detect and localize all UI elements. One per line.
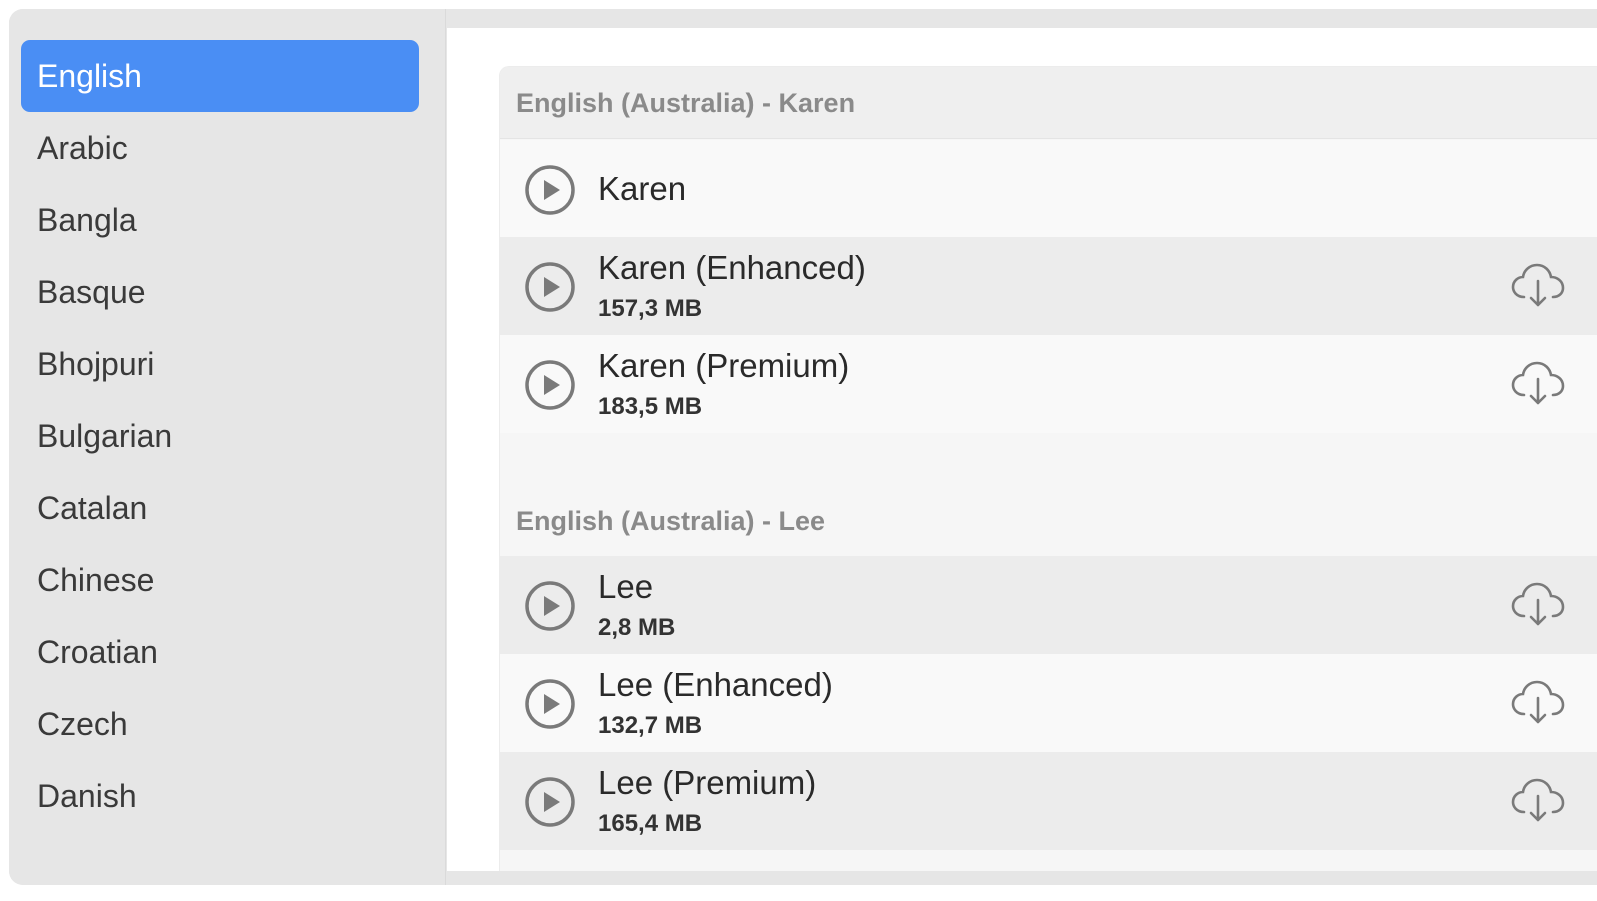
voice-name: Karen (Premium) xyxy=(598,347,850,384)
cloud-download-icon[interactable] xyxy=(1510,776,1566,824)
sidebar-item-croatian[interactable]: Croatian xyxy=(21,616,419,688)
voice-row-lee[interactable]: Lee 2,8 MB xyxy=(500,556,1597,654)
play-circle-icon[interactable] xyxy=(524,580,576,632)
voices-window: English Arabic Bangla Basque Bhojpuri Bu… xyxy=(9,9,1597,885)
voice-row-karen-premium[interactable]: Karen (Premium) 183,5 MB xyxy=(500,335,1597,433)
voice-size: 132,7 MB xyxy=(598,712,703,739)
sidebar-item-catalan[interactable]: Catalan xyxy=(21,472,419,544)
sidebar-item-bulgarian[interactable]: Bulgarian xyxy=(21,400,419,472)
voice-name: Karen xyxy=(598,170,687,207)
cloud-download-icon[interactable] xyxy=(1510,261,1566,309)
sidebar-item-bangla[interactable]: Bangla xyxy=(21,184,419,256)
play-circle-icon[interactable] xyxy=(524,776,576,828)
play-circle-icon[interactable] xyxy=(524,261,576,313)
window-bottom-edge xyxy=(447,871,1597,885)
sidebar-item-danish[interactable]: Danish xyxy=(21,760,419,832)
voice-name: Lee (Premium) xyxy=(598,764,817,801)
voice-row-lee-premium[interactable]: Lee (Premium) 165,4 MB xyxy=(500,752,1597,850)
sidebar-item-arabic[interactable]: Arabic xyxy=(21,112,419,184)
cloud-download-icon[interactable] xyxy=(1510,359,1566,407)
sidebar-item-chinese[interactable]: Chinese xyxy=(21,544,419,616)
sidebar-item-czech[interactable]: Czech xyxy=(21,688,419,760)
group-header-karen: English (Australia) - Karen xyxy=(500,67,1597,139)
sidebar-item-english[interactable]: English xyxy=(21,40,419,112)
voice-size: 183,5 MB xyxy=(598,393,703,420)
voice-name: Karen (Enhanced) xyxy=(598,249,866,286)
voice-list-pane: English (Australia) - Karen Karen Karen … xyxy=(447,28,1597,871)
sidebar-item-bhojpuri[interactable]: Bhojpuri xyxy=(21,328,419,400)
voice-size: 157,3 MB xyxy=(598,295,703,322)
voice-name: Lee xyxy=(598,568,654,605)
voice-size: 165,4 MB xyxy=(598,810,703,837)
sidebar-item-basque[interactable]: Basque xyxy=(21,256,419,328)
cloud-download-icon[interactable] xyxy=(1510,678,1566,726)
voice-row-karen[interactable]: Karen xyxy=(500,140,1597,238)
play-circle-icon[interactable] xyxy=(524,678,576,730)
voice-list: English (Australia) - Karen Karen Karen … xyxy=(499,66,1597,871)
cloud-download-icon[interactable] xyxy=(1510,580,1566,628)
play-circle-icon[interactable] xyxy=(524,359,576,411)
voice-row-lee-enhanced[interactable]: Lee (Enhanced) 132,7 MB xyxy=(500,654,1597,752)
voice-name: Lee (Enhanced) xyxy=(598,666,833,703)
voice-size: 2,8 MB xyxy=(598,614,676,641)
voice-row-karen-enhanced[interactable]: Karen (Enhanced) 157,3 MB xyxy=(500,237,1597,335)
language-sidebar: English Arabic Bangla Basque Bhojpuri Bu… xyxy=(9,9,446,885)
group-header-lee: English (Australia) - Lee xyxy=(516,506,826,536)
play-circle-icon[interactable] xyxy=(524,164,576,216)
